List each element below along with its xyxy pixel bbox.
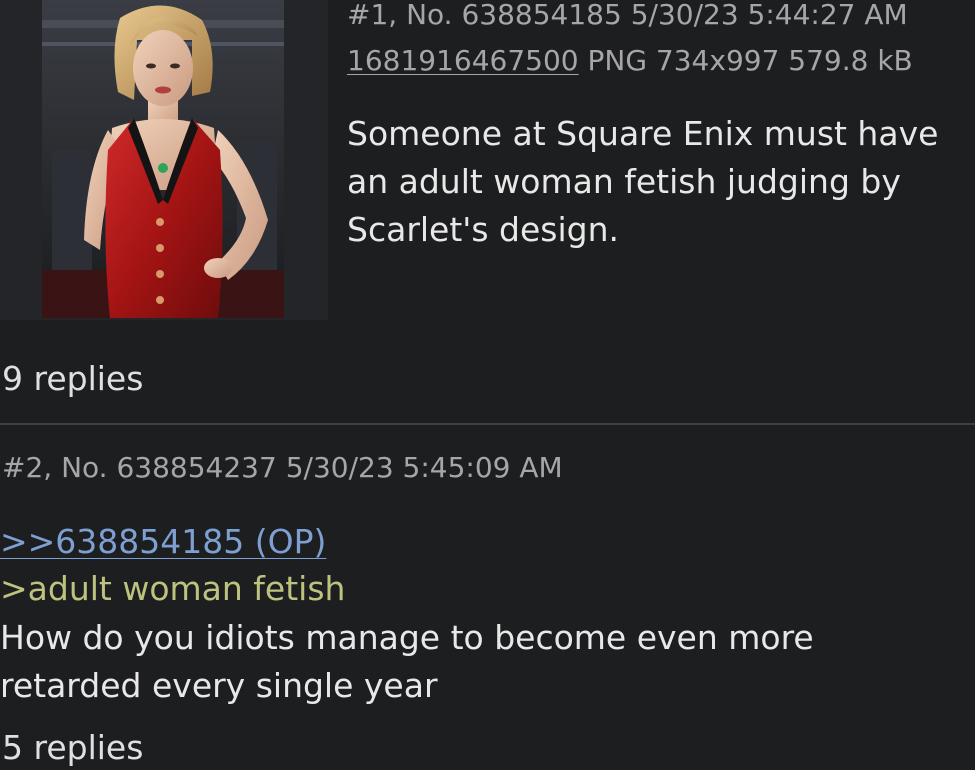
file-info: 1681916467500 PNG 734x997 579.8 kB — [347, 41, 913, 81]
post-body: Someone at Square Enix must have an adul… — [347, 110, 975, 254]
post-body-line: an adult woman fetish judging by — [347, 162, 901, 201]
post-header: #2, No. 638854237 5/30/23 5:45:09 AM — [2, 451, 563, 484]
post-body: How do you idiots manage to become even … — [0, 614, 814, 710]
post-header: #1, No. 638854185 5/30/23 5:44:27 AM — [347, 0, 908, 31]
file-details: PNG 734x997 579.8 kB — [587, 44, 913, 77]
post-body-line: How do you idiots manage to become even … — [0, 618, 814, 657]
post-divider — [0, 423, 975, 425]
thread-view: #1, No. 638854185 5/30/23 5:44:27 AM 168… — [0, 0, 975, 770]
thumbnail-container — [0, 0, 328, 320]
file-name-link[interactable]: 1681916467500 — [347, 44, 579, 77]
quote-link[interactable]: >>638854185 (OP) — [0, 520, 326, 564]
replies-count[interactable]: 5 replies — [2, 726, 143, 770]
post-image-thumbnail[interactable] — [42, 0, 284, 318]
greentext-quote: >adult woman fetish — [0, 569, 346, 608]
post-body-line: Someone at Square Enix must have — [347, 114, 939, 153]
post-body-line: retarded every single year — [0, 666, 438, 705]
thumbnail-image — [42, 0, 284, 318]
replies-count[interactable]: 9 replies — [2, 357, 143, 401]
post-body-line: Scarlet's design. — [347, 210, 620, 249]
